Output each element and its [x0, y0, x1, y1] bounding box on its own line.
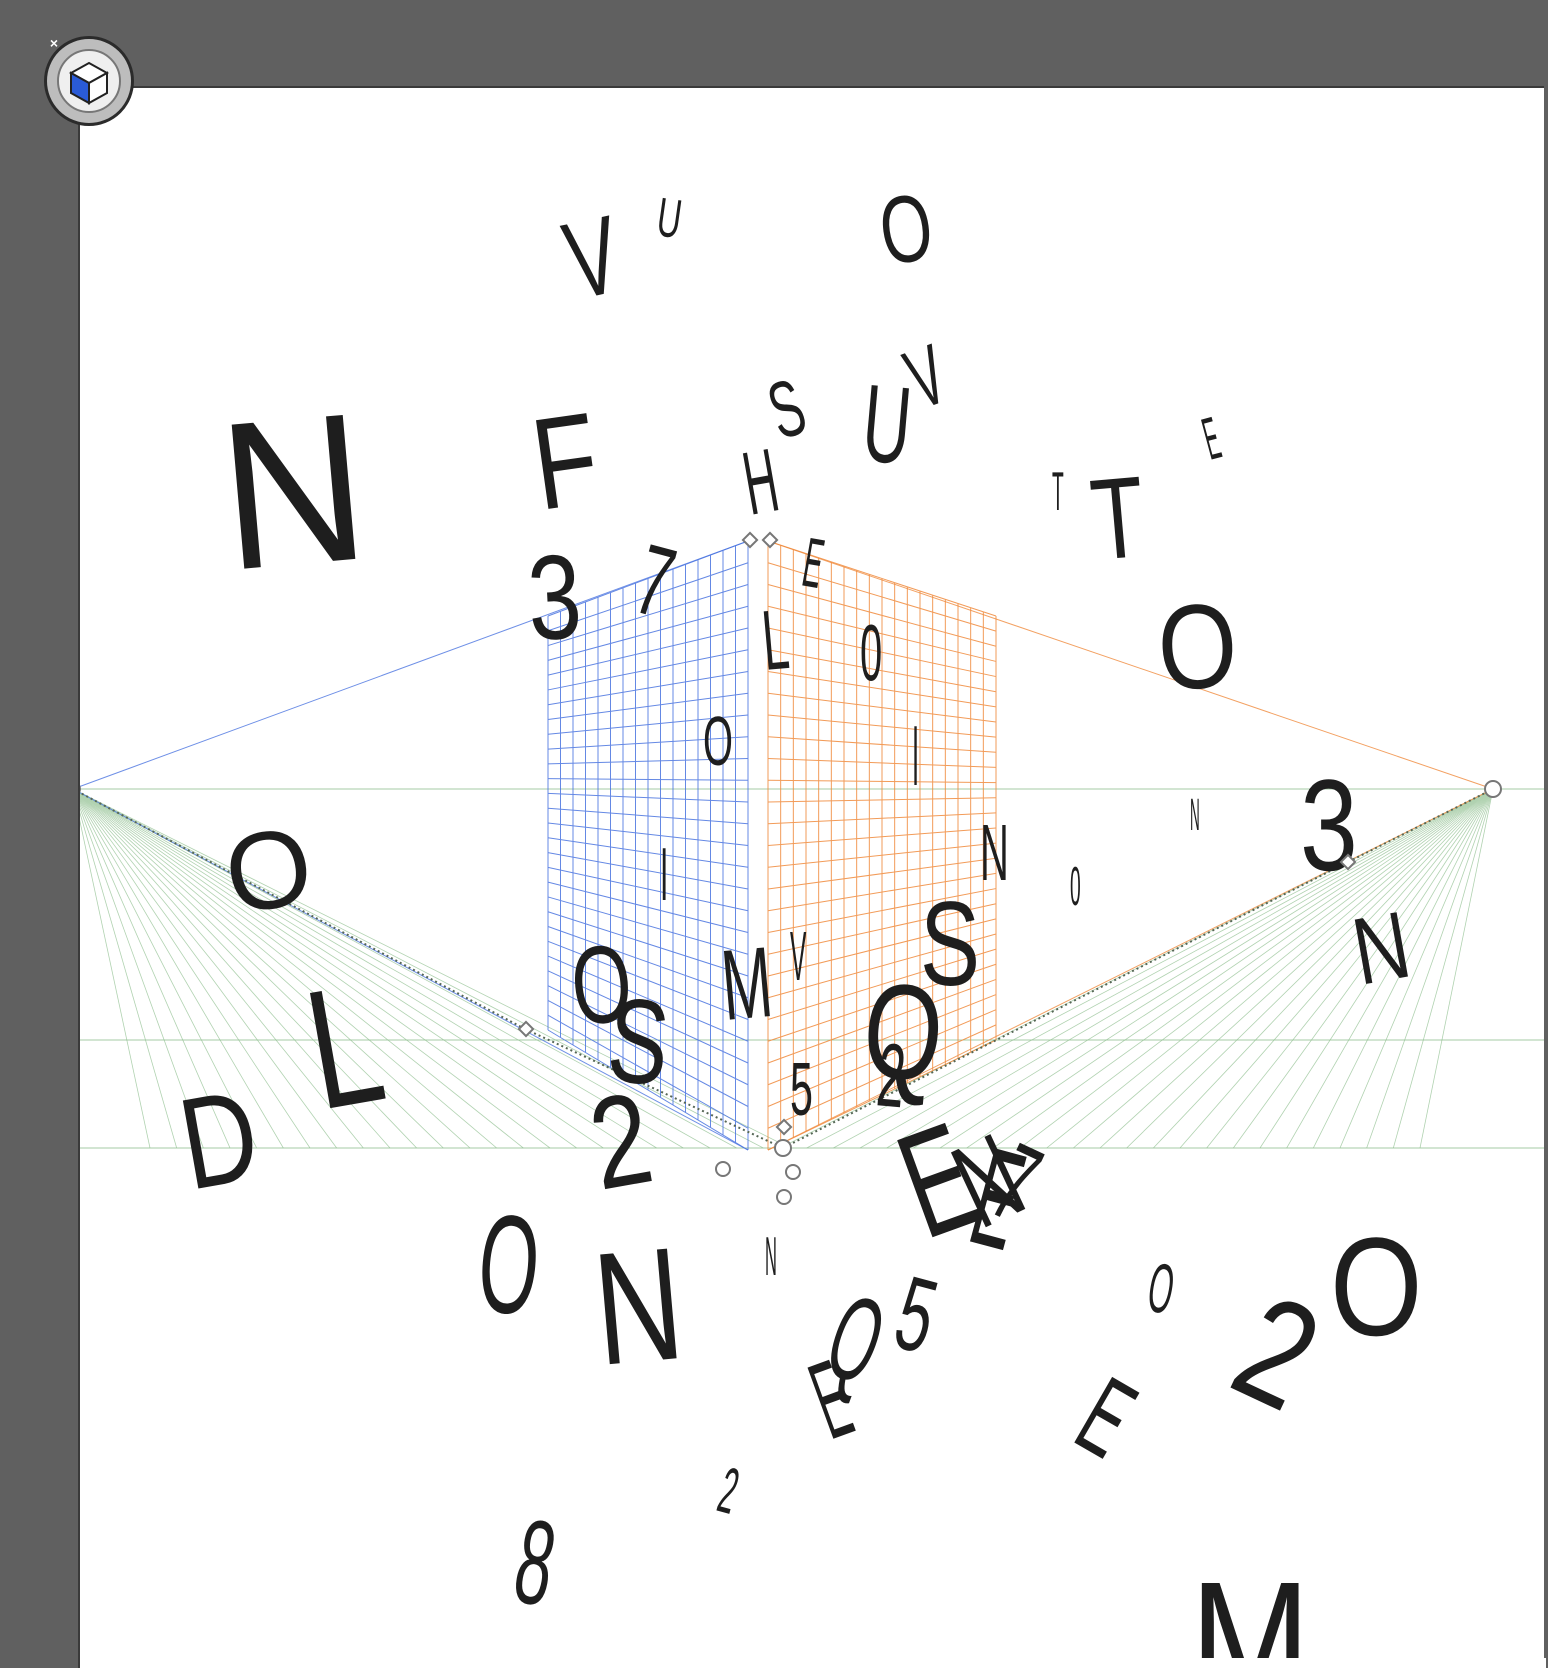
- letter-glyph: T: [1086, 452, 1150, 585]
- letter-glyph: 3: [524, 530, 584, 666]
- letter-glyph: I: [660, 833, 668, 917]
- letter-glyph: L: [758, 591, 792, 688]
- letter-glyph: E: [797, 524, 829, 604]
- letter-glyph: 5: [884, 1255, 948, 1377]
- letter-glyph: U: [653, 186, 685, 251]
- letter-glyph: V: [555, 193, 631, 324]
- letter-glyph: O: [703, 702, 733, 780]
- letter-glyph: 0: [1070, 856, 1081, 917]
- letter-glyph: N: [765, 1225, 777, 1287]
- letter-glyph: E: [1196, 404, 1227, 473]
- letter-glyph: O: [1154, 577, 1240, 716]
- letter-glyph: 7: [624, 523, 685, 639]
- right-vanishing-point-handle: [1484, 780, 1502, 798]
- letter-glyph: N: [1190, 791, 1200, 841]
- letter-glyph: 8: [505, 1493, 565, 1632]
- letter-glyph: M: [717, 926, 777, 1041]
- right-top-handle: [761, 531, 779, 549]
- origin-top-handle: [775, 1118, 793, 1136]
- letter-glyph: E: [1058, 1354, 1154, 1480]
- letter-glyph: O: [472, 1184, 545, 1345]
- letter-glyph: 3: [1300, 752, 1358, 898]
- letter-glyph: T: [1052, 461, 1064, 522]
- letter-glyph: O: [216, 803, 322, 939]
- letter-glyph: N: [212, 370, 376, 615]
- perspective-grid-artwork[interactable]: V U ON F S UVHET TE3 7L 0OOIIN 3N0NOLDOS M V SQ2 5 2N E…: [0, 0, 1548, 1658]
- close-icon[interactable]: ×: [47, 36, 61, 50]
- letter-glyph: H: [736, 431, 785, 535]
- ground-origin-handle: [774, 1139, 792, 1157]
- letter-glyph: D: [169, 1061, 268, 1218]
- letter-glyph: I: [912, 709, 919, 804]
- letter-glyph: O: [1142, 1248, 1180, 1330]
- letter-glyph: N: [980, 809, 1009, 898]
- letter-glyph: M: [1190, 1547, 1310, 1658]
- letter-glyph: O: [1330, 1208, 1423, 1365]
- height-handle-left: [715, 1161, 731, 1177]
- letter-glyph: 2: [1211, 1262, 1342, 1442]
- left-vanishing-point-handle: [80, 785, 81, 793]
- height-handle-right: [785, 1164, 801, 1180]
- letter-glyph: N: [587, 1213, 689, 1399]
- scattered-letters: V U ON F S UVHET TE3 7L 0OOIIN 3N0NOLDOS M V SQ2 5 2N E…: [169, 174, 1422, 1658]
- letter-glyph: U: [858, 362, 916, 488]
- letter-glyph: 2: [711, 1453, 746, 1528]
- letter-glyph: 0: [860, 609, 882, 698]
- letter-glyph: 5: [790, 1047, 813, 1131]
- left-top-handle: [741, 531, 759, 549]
- letter-glyph: L: [293, 946, 396, 1145]
- letter-glyph: V: [790, 919, 806, 996]
- height-handle-bottom: [776, 1189, 792, 1205]
- perspective-grid-cube-icon: [57, 49, 121, 113]
- letter-glyph: F: [524, 384, 607, 537]
- letter-glyph: O: [873, 174, 939, 286]
